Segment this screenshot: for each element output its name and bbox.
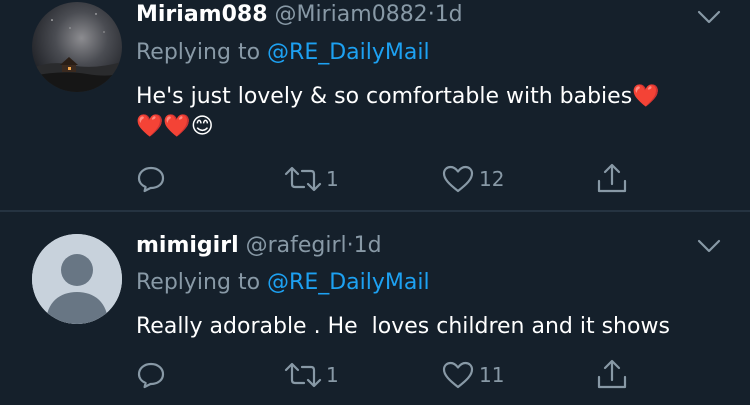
reply-icon <box>137 362 165 389</box>
replying-to-label: Replying to <box>136 270 261 295</box>
like-count: 11 <box>479 363 505 387</box>
default-profile-icon <box>32 234 122 324</box>
display-name[interactable]: Miriam088 <box>136 2 268 27</box>
user-handle[interactable]: @Miriam0882 <box>275 2 428 27</box>
avatar[interactable] <box>32 234 122 324</box>
retweet-icon <box>284 166 322 192</box>
heart-icon <box>442 361 474 389</box>
share-icon <box>597 359 627 389</box>
timestamp[interactable]: 1d <box>354 233 382 258</box>
share-button[interactable] <box>596 163 628 195</box>
retweet-button[interactable]: 1 <box>284 166 339 192</box>
tweet[interactable]: Miriam088 @Miriam0882·1d Replying to @RE… <box>0 0 750 210</box>
tweet-divider <box>0 210 750 212</box>
retweet-button[interactable]: 1 <box>284 362 339 388</box>
chevron-down-icon[interactable] <box>697 238 721 254</box>
replying-to-link[interactable]: @RE_DailyMail <box>267 270 430 295</box>
replying-to: Replying to @RE_DailyMail <box>136 269 430 297</box>
retweet-icon <box>284 362 322 388</box>
separator-dot: · <box>346 233 354 258</box>
like-button[interactable]: 11 <box>441 360 504 390</box>
tweet-text-line: Really adorable . He loves children and … <box>136 314 670 339</box>
share-icon <box>597 163 627 193</box>
emoji-row: ❤️❤️😊 <box>136 114 214 139</box>
tweet-header: Miriam088 @Miriam0882·1d <box>136 1 463 29</box>
like-button[interactable]: 12 <box>441 164 504 194</box>
timestamp[interactable]: 1d <box>435 2 463 27</box>
replying-to-label: Replying to <box>136 40 261 65</box>
reply-icon <box>137 166 165 193</box>
retweet-count: 1 <box>326 167 339 191</box>
tweet-text-line: He's just lovely & so comfortable with b… <box>136 84 633 109</box>
display-name[interactable]: mimigirl <box>136 233 239 258</box>
avatar[interactable] <box>32 2 122 92</box>
user-handle[interactable]: @rafegirl <box>246 233 347 258</box>
heart-icon <box>442 165 474 193</box>
tweet-text: He's just lovely & so comfortable with b… <box>136 82 660 142</box>
chevron-down-icon[interactable] <box>697 9 721 25</box>
like-count: 12 <box>479 167 505 191</box>
share-button[interactable] <box>596 359 628 391</box>
avatar-photo <box>32 2 122 92</box>
reply-button[interactable] <box>136 361 170 389</box>
separator-dot: · <box>427 2 435 27</box>
heart-emoji: ❤️ <box>632 84 660 109</box>
reply-button[interactable] <box>136 165 170 193</box>
retweet-count: 1 <box>326 363 339 387</box>
replying-to-link[interactable]: @RE_DailyMail <box>267 40 430 65</box>
tweet-header: mimigirl @rafegirl·1d <box>136 232 382 260</box>
replying-to: Replying to @RE_DailyMail <box>136 39 430 67</box>
tweet-text: Really adorable . He loves children and … <box>136 312 670 342</box>
